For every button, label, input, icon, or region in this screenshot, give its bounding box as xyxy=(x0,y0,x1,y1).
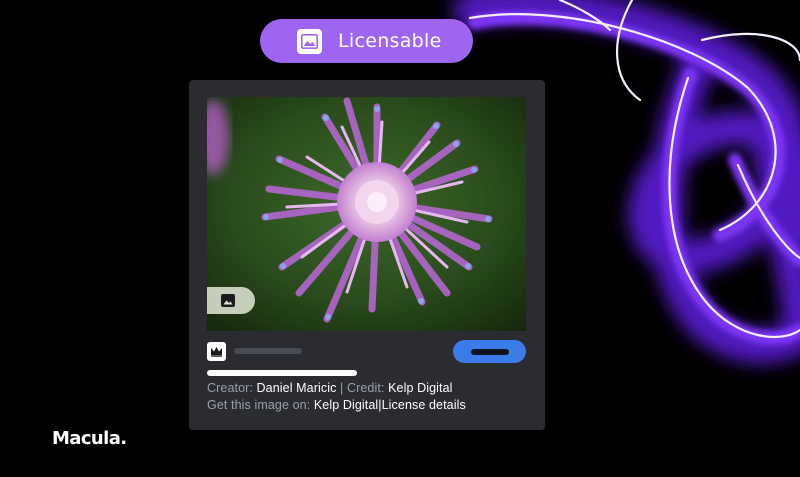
licensable-label: Licensable xyxy=(338,30,442,52)
image-icon xyxy=(297,28,322,54)
source-line: Get this image on: Kelp Digital|License … xyxy=(207,398,466,412)
creator-label: Creator: xyxy=(207,381,253,395)
creator-name[interactable]: Daniel Maricic xyxy=(257,381,337,395)
button-label-placeholder xyxy=(470,348,509,355)
crown-icon xyxy=(207,342,226,361)
license-details-link[interactable]: License details xyxy=(382,398,466,412)
get-image-label: Get this image on: xyxy=(207,398,311,412)
separator: | xyxy=(340,381,344,395)
licensable-badge[interactable]: Licensable xyxy=(260,19,473,63)
photo-image-badge[interactable] xyxy=(207,287,255,314)
image-license-card: Creator: Daniel Maricic | Credit: Kelp D… xyxy=(189,80,545,430)
image-icon xyxy=(221,294,235,307)
placeholder-bar xyxy=(234,348,302,354)
flower-photo[interactable] xyxy=(207,97,526,331)
get-image-button[interactable] xyxy=(453,340,526,363)
credit-label: Credit: xyxy=(346,381,385,395)
macula-logo: Macula. xyxy=(52,428,127,449)
credits-line: Creator: Daniel Maricic | Credit: Kelp D… xyxy=(207,381,453,395)
credit-name[interactable]: Kelp Digital xyxy=(388,381,452,395)
source-link[interactable]: Kelp Digital xyxy=(314,398,378,412)
placeholder-title-bar xyxy=(207,370,357,376)
